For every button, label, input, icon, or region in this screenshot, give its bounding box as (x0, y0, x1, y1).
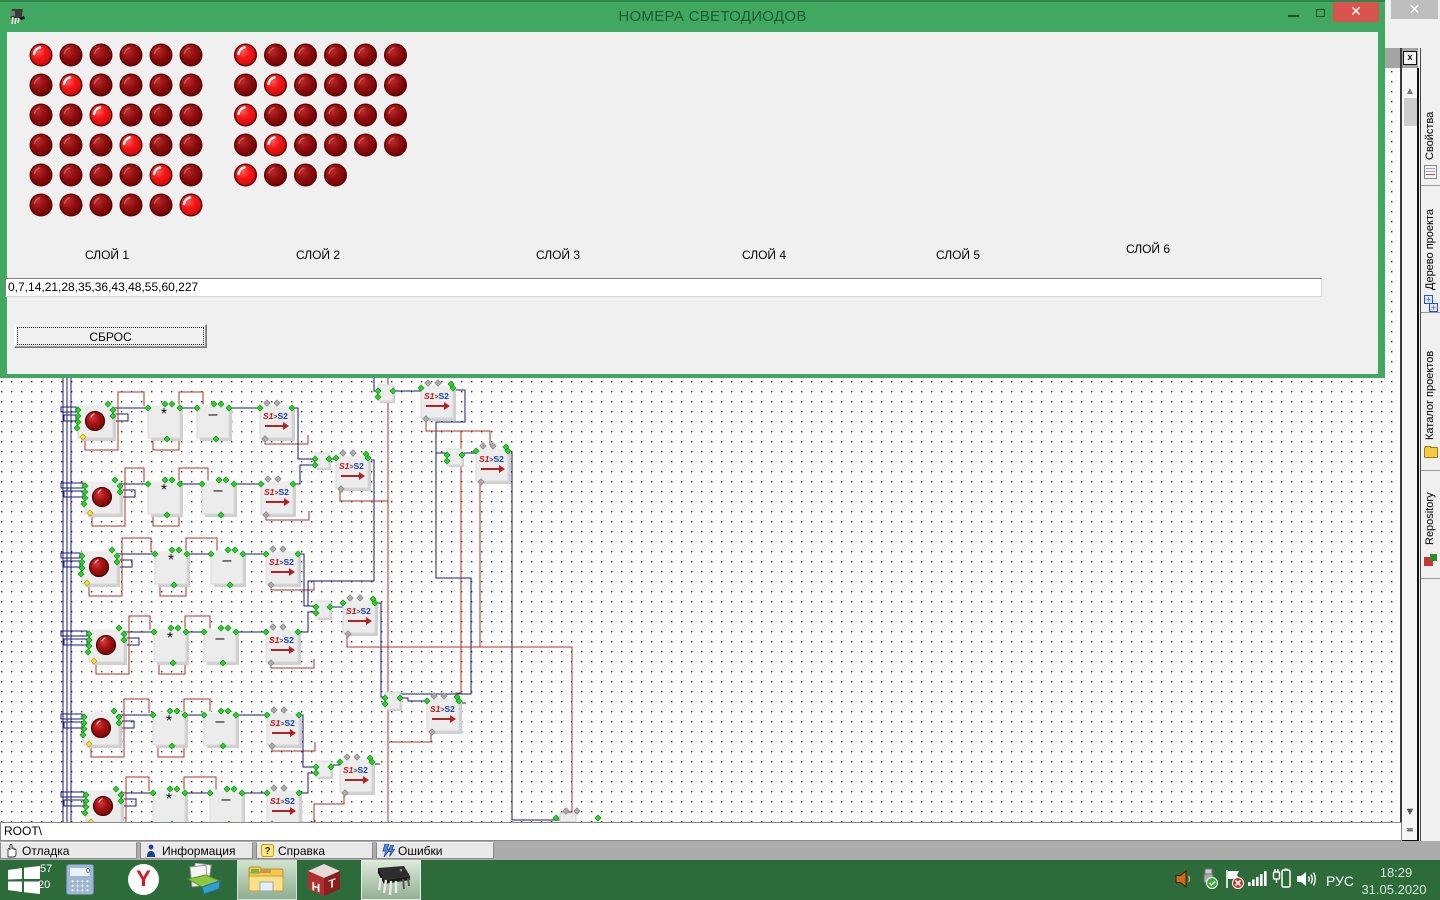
svg-text:–: – (216, 713, 225, 730)
svg-text:–: – (223, 552, 232, 569)
svg-text:*: * (167, 630, 173, 647)
svg-text:H: H (312, 879, 321, 895)
svg-text:*: * (168, 552, 174, 569)
svg-text:–: – (214, 482, 223, 499)
svg-text:–: – (222, 791, 231, 808)
svg-text:*: * (161, 482, 167, 499)
svg-text:*: * (161, 406, 167, 423)
svg-text:–: – (209, 406, 218, 423)
svg-text:T: T (328, 875, 336, 891)
svg-text:?: ? (264, 846, 270, 857)
svg-text:–: – (216, 630, 225, 647)
svg-text:*: * (166, 791, 172, 808)
svg-text:*: * (166, 713, 172, 730)
